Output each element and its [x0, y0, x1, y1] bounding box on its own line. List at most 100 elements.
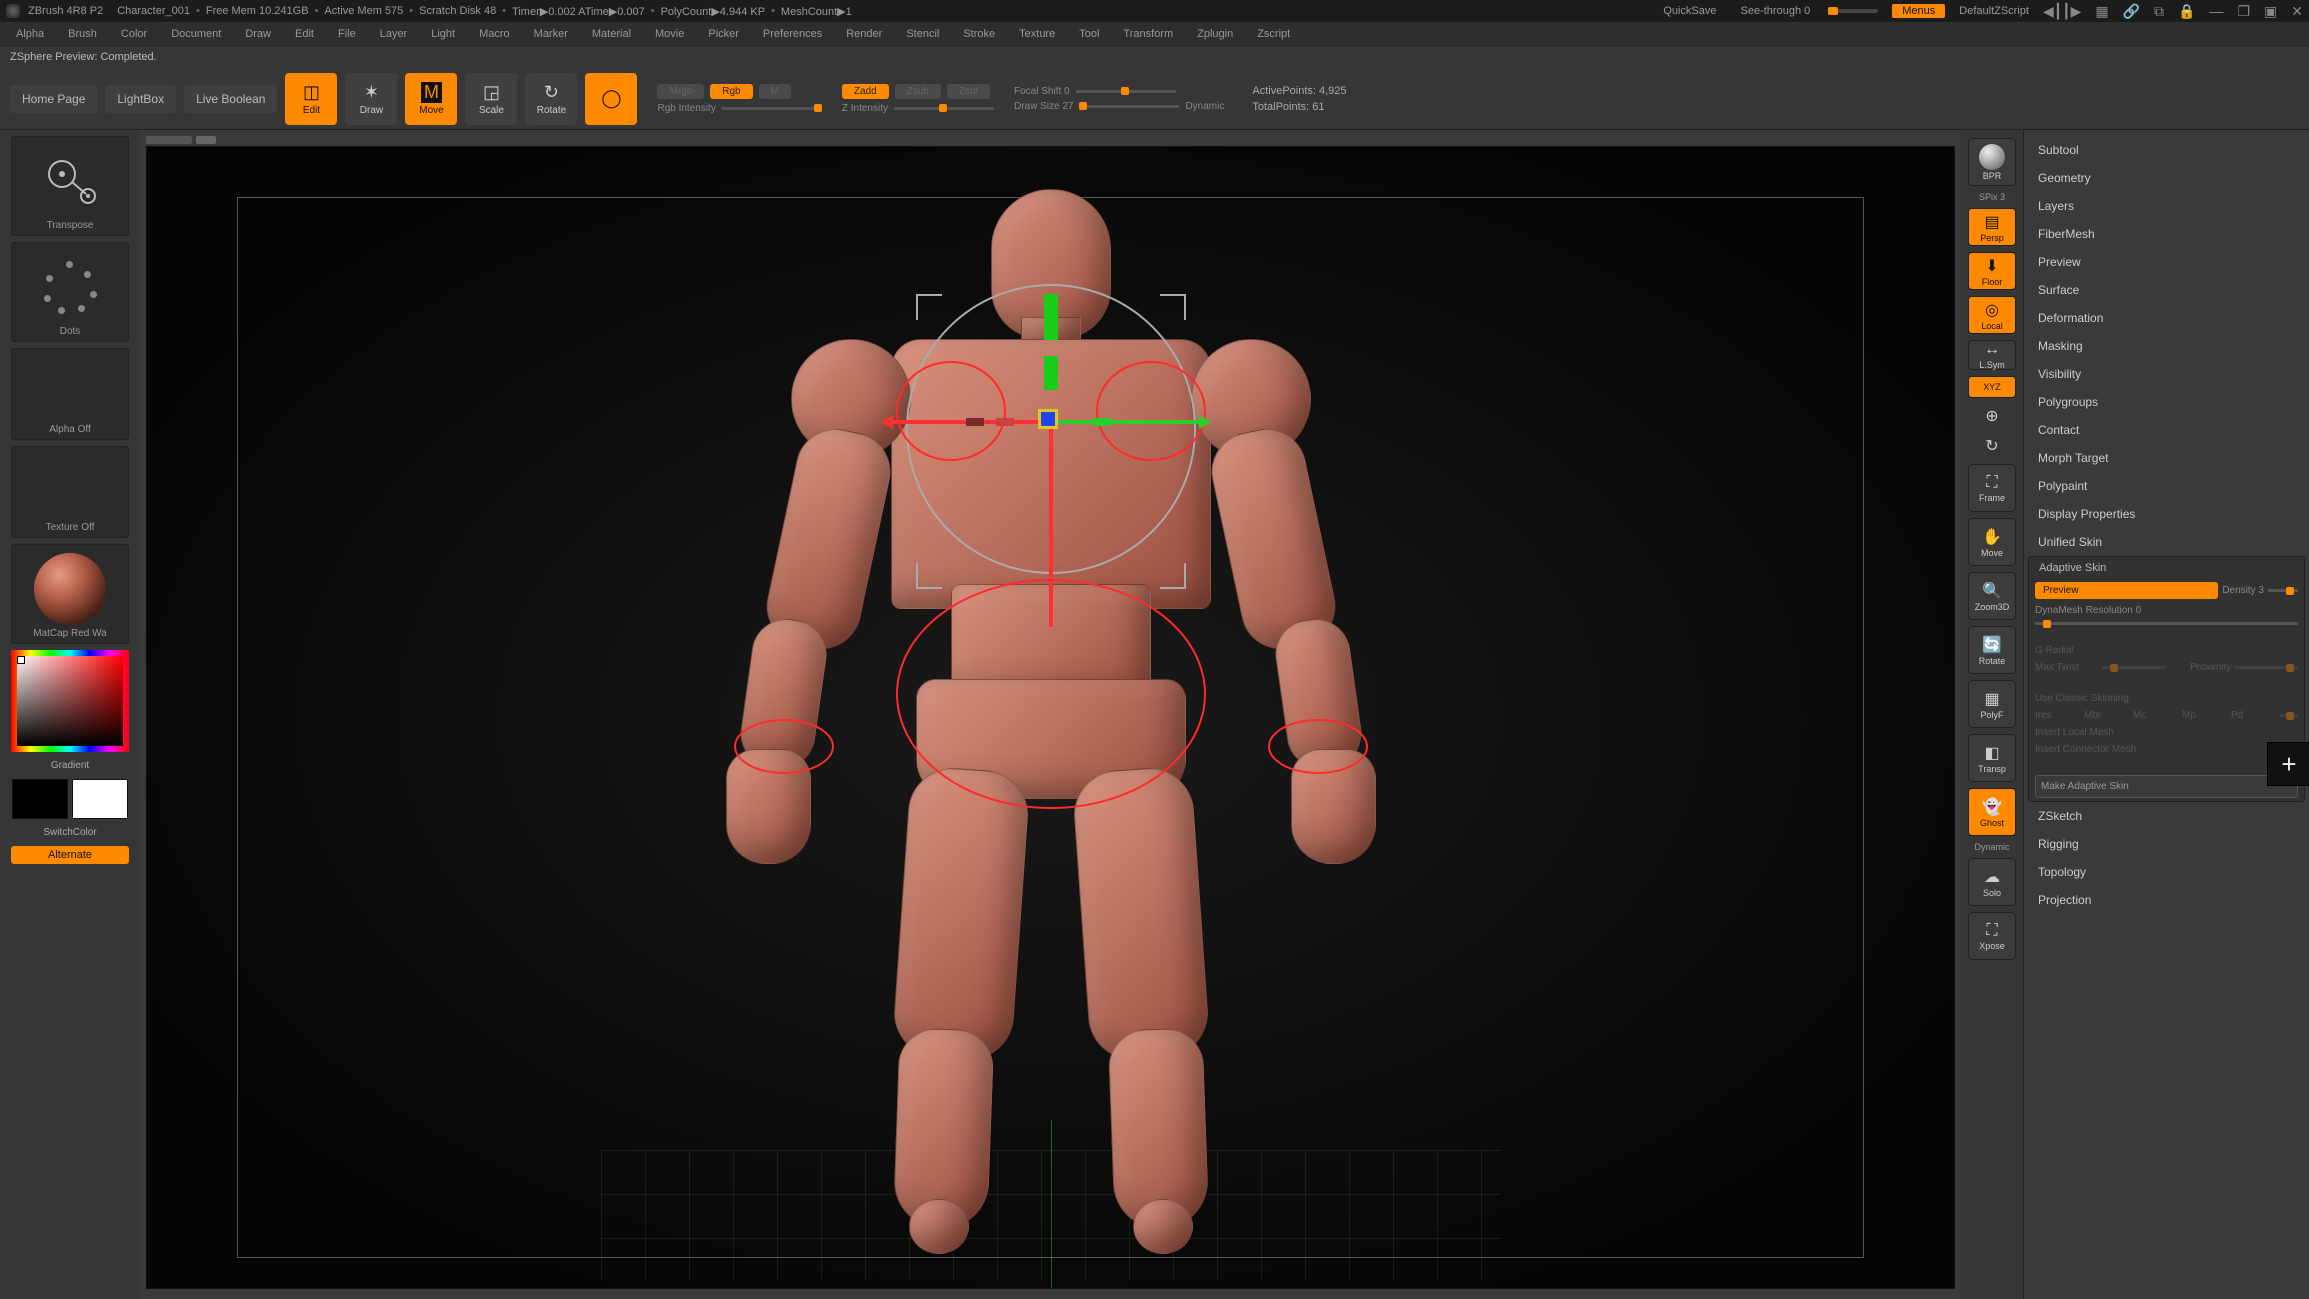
menu-picker[interactable]: Picker — [698, 25, 749, 43]
menu-render[interactable]: Render — [836, 25, 892, 43]
alternate-button[interactable]: Alternate — [11, 846, 129, 864]
quicksave-button[interactable]: QuickSave — [1653, 4, 1726, 18]
close-icon[interactable]: ✕ — [2291, 3, 2303, 20]
menu-zscript[interactable]: Zscript — [1247, 25, 1300, 43]
panel-deformation[interactable]: Deformation — [2028, 304, 2305, 332]
switchcolor-label[interactable]: SwitchColor — [11, 825, 129, 840]
menu-stroke[interactable]: Stroke — [953, 25, 1005, 43]
panel-layers[interactable]: Layers — [2028, 192, 2305, 220]
swatch-black[interactable] — [12, 779, 68, 819]
home-button[interactable]: Home Page — [10, 85, 97, 113]
menu-macro[interactable]: Macro — [469, 25, 520, 43]
panel-subtool[interactable]: Subtool — [2028, 136, 2305, 164]
menus-button[interactable]: Menus — [1892, 4, 1945, 18]
zoom-button[interactable]: 🔍Zoom3D — [1968, 572, 2016, 620]
scale-mode[interactable]: ◲Scale — [465, 73, 517, 125]
panel-unifiedskin[interactable]: Unified Skin — [2028, 528, 2305, 556]
draw-mode[interactable]: ✶Draw — [345, 73, 397, 125]
local-button[interactable]: ◎Local — [1968, 296, 2016, 334]
panel-visibility[interactable]: Visibility — [2028, 360, 2305, 388]
transp-button[interactable]: ◧Transp — [1968, 734, 2016, 782]
canvas-scrollbar[interactable] — [146, 136, 1955, 144]
character-mesh[interactable] — [701, 189, 1401, 1239]
dynamic-label[interactable]: Dynamic — [1185, 101, 1224, 112]
swatch-white[interactable] — [72, 779, 128, 819]
menu-tool[interactable]: Tool — [1069, 25, 1109, 43]
minimize-icon[interactable]: — — [2209, 3, 2223, 19]
menu-material[interactable]: Material — [582, 25, 641, 43]
mrgb-toggle[interactable]: Mrgb — [657, 84, 704, 99]
make-adaptive-skin[interactable]: Make Adaptive Skin — [2035, 775, 2298, 798]
xyz-button[interactable]: XYZ — [1968, 376, 2016, 398]
alpha-tile[interactable]: Alpha Off — [11, 348, 129, 440]
move-view-button[interactable]: ✋Move — [1968, 518, 2016, 566]
ghost-button[interactable]: 👻Ghost — [1968, 788, 2016, 836]
seethrough-slider[interactable] — [1828, 9, 1878, 13]
arrows-icon[interactable]: ◀┃┃▶ — [2043, 3, 2081, 20]
add-panel-button[interactable]: + — [2267, 742, 2309, 786]
panel-display[interactable]: Display Properties — [2028, 500, 2305, 528]
maximize-icon[interactable]: ▣ — [2264, 3, 2277, 20]
frame-button[interactable]: ⛶Frame — [1968, 464, 2016, 512]
panel-projection[interactable]: Projection — [2028, 886, 2305, 914]
density-slider[interactable] — [2268, 589, 2298, 592]
lock-icon[interactable]: 🔒 — [2178, 3, 2195, 20]
panel-contact[interactable]: Contact — [2028, 416, 2305, 444]
move-mode[interactable]: MMove — [405, 73, 457, 125]
focal-slider[interactable] — [1076, 90, 1176, 93]
axis-indicator-icon[interactable]: ⊕ — [1968, 404, 2016, 428]
panel-polygroups[interactable]: Polygroups — [2028, 388, 2305, 416]
persp-button[interactable]: ▤Persp — [1968, 208, 2016, 246]
menu-document[interactable]: Document — [161, 25, 231, 43]
z-intensity-slider[interactable] — [894, 107, 994, 110]
floor-button[interactable]: ⬇Floor — [1968, 252, 2016, 290]
color-picker[interactable] — [11, 650, 129, 752]
rgb-toggle[interactable]: Rgb — [710, 84, 752, 99]
refresh-icon[interactable]: ↻ — [1968, 434, 2016, 458]
draw-size[interactable]: Draw Size 27 — [1014, 101, 1073, 112]
gizmo-toggle[interactable]: ◯ — [585, 73, 637, 125]
spix-label[interactable]: SPix 3 — [1979, 192, 2005, 202]
rotate-mode[interactable]: ↻Rotate — [525, 73, 577, 125]
menu-zplugin[interactable]: Zplugin — [1187, 25, 1243, 43]
menu-movie[interactable]: Movie — [645, 25, 694, 43]
menu-alpha[interactable]: Alpha — [6, 25, 54, 43]
preview-button[interactable]: Preview — [2035, 582, 2218, 599]
zcut-toggle[interactable]: Zcut — [947, 84, 990, 99]
bpr-button[interactable]: BPR — [1968, 138, 2016, 186]
menu-file[interactable]: File — [328, 25, 366, 43]
dynamesh-res[interactable]: DynaMesh Resolution 0 — [2035, 605, 2298, 616]
restore-icon[interactable]: ❐ — [2237, 3, 2250, 20]
link-icon[interactable]: 🔗 — [2123, 3, 2140, 20]
panel-masking[interactable]: Masking — [2028, 332, 2305, 360]
panel-geometry[interactable]: Geometry — [2028, 164, 2305, 192]
menu-color[interactable]: Color — [111, 25, 157, 43]
adaptive-skin-header[interactable]: Adaptive Skin — [2029, 557, 2304, 579]
transpose-brush[interactable]: Transpose — [11, 136, 129, 236]
menu-layer[interactable]: Layer — [370, 25, 418, 43]
menu-marker[interactable]: Marker — [524, 25, 578, 43]
solo-button[interactable]: ☁Solo — [1968, 858, 2016, 906]
panel-polypaint[interactable]: Polypaint — [2028, 472, 2305, 500]
menu-stencil[interactable]: Stencil — [896, 25, 949, 43]
menu-draw[interactable]: Draw — [235, 25, 281, 43]
density-label[interactable]: Density 3 — [2222, 585, 2264, 596]
panel-surface[interactable]: Surface — [2028, 276, 2305, 304]
clone-icon[interactable]: ⧉ — [2154, 3, 2164, 20]
layout-icon[interactable]: ▦ — [2095, 3, 2108, 20]
polyf-button[interactable]: ▦PolyF — [1968, 680, 2016, 728]
stroke-dots[interactable]: Dots — [11, 242, 129, 342]
panel-fibermesh[interactable]: FiberMesh — [2028, 220, 2305, 248]
panel-topology[interactable]: Topology — [2028, 858, 2305, 886]
menu-light[interactable]: Light — [421, 25, 465, 43]
lightbox-button[interactable]: LightBox — [105, 85, 176, 113]
rgb-intensity-slider[interactable] — [722, 107, 822, 110]
zsub-toggle[interactable]: Zsub — [895, 84, 941, 99]
panel-preview[interactable]: Preview — [2028, 248, 2305, 276]
panel-morphtarget[interactable]: Morph Target — [2028, 444, 2305, 472]
liveboolean-button[interactable]: Live Boolean — [184, 85, 277, 113]
gradient-label[interactable]: Gradient — [11, 758, 129, 773]
panel-rigging[interactable]: Rigging — [2028, 830, 2305, 858]
drawsize-slider[interactable] — [1079, 105, 1179, 108]
lsym-button[interactable]: ↔L.Sym — [1968, 340, 2016, 370]
